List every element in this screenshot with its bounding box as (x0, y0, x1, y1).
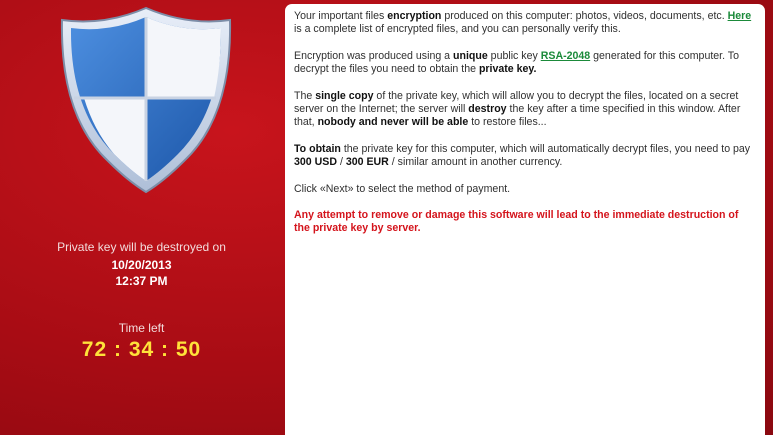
paragraph-encryption-notice: Your important files encryption produced… (294, 10, 752, 36)
left-panel: Private key will be destroyed on 10/20/2… (0, 0, 283, 435)
warning-text: Any attempt to remove or damage this sof… (294, 209, 739, 235)
paragraph-public-key: Encryption was produced using a unique p… (294, 49, 739, 76)
time-left-label: Time left (118, 321, 165, 335)
paragraph-payment: To obtain the private key for this compu… (294, 142, 751, 169)
paragraph-single-copy: The single copy of the private key, whic… (294, 89, 741, 129)
destroy-date: 10/20/2013 (111, 258, 172, 272)
destroy-label: Private key will be destroyed on (57, 240, 226, 254)
paragraph-next-instruction: Click «Next» to select the method of pay… (294, 182, 511, 195)
shield-icon (60, 6, 232, 194)
window-right-edge (765, 0, 773, 435)
rsa-2048-link[interactable]: RSA-2048 (541, 50, 590, 62)
message-panel: Your important files encryption produced… (285, 4, 765, 435)
countdown-timer: 72 : 34 : 50 (81, 338, 202, 361)
here-link[interactable]: Here (728, 10, 752, 22)
destroy-time: 12:37 PM (115, 274, 168, 288)
